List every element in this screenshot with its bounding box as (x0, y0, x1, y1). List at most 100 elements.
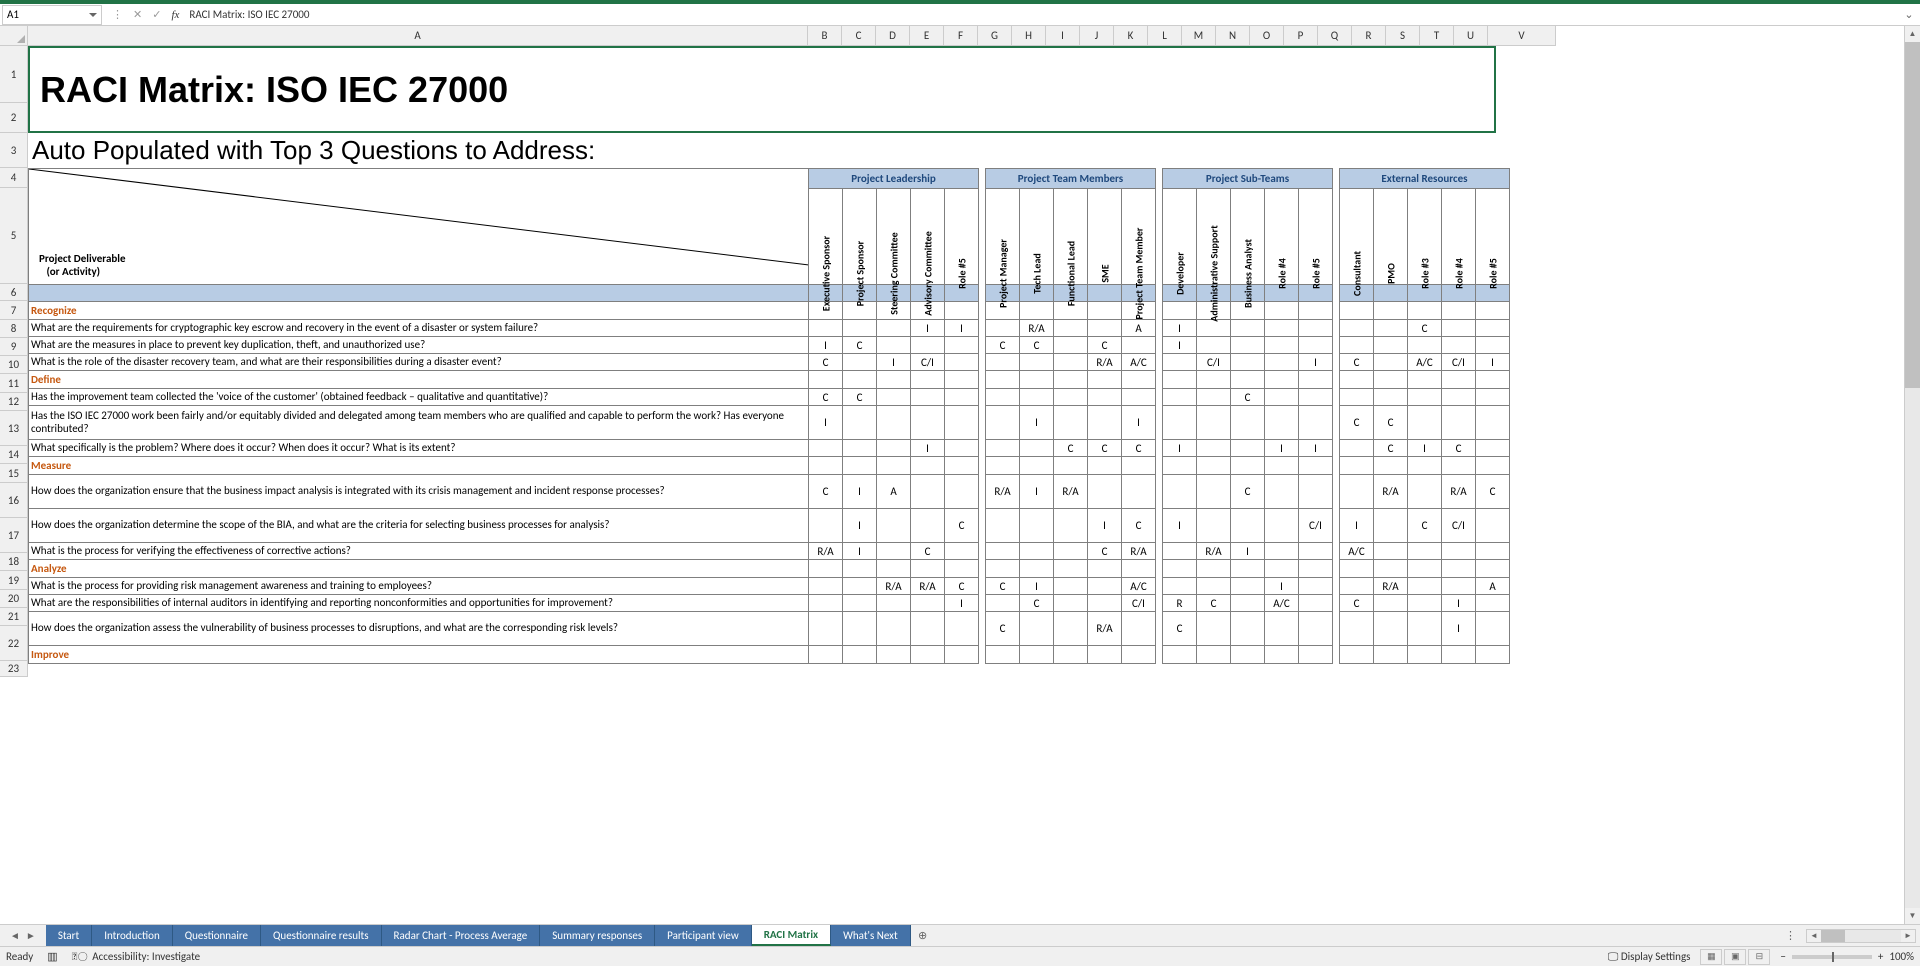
row-header[interactable]: 20 (0, 590, 28, 608)
value-cell[interactable] (1408, 612, 1442, 646)
value-cell[interactable] (1265, 389, 1299, 406)
cell[interactable] (1197, 646, 1231, 664)
value-cell[interactable] (877, 337, 911, 354)
value-cell[interactable]: C (1231, 389, 1265, 406)
value-cell[interactable] (1231, 354, 1265, 371)
value-cell[interactable] (877, 595, 911, 612)
value-cell[interactable] (1476, 595, 1510, 612)
cell[interactable] (1340, 646, 1374, 664)
cell[interactable] (1299, 457, 1333, 475)
cell[interactable] (1020, 302, 1054, 320)
value-cell[interactable]: C (1374, 406, 1408, 440)
value-cell[interactable] (1054, 389, 1088, 406)
accessibility-button[interactable]: ✚⃝ Accessibility: Investigate (72, 950, 200, 963)
value-cell[interactable] (1231, 440, 1265, 457)
cell[interactable] (877, 457, 911, 475)
value-cell[interactable] (1374, 509, 1408, 543)
cell[interactable] (911, 646, 945, 664)
value-cell[interactable]: I (1020, 578, 1054, 595)
cell[interactable] (1476, 646, 1510, 664)
value-cell[interactable] (1020, 354, 1054, 371)
cell[interactable] (945, 302, 979, 320)
column-header[interactable]: O (1250, 26, 1284, 45)
value-cell[interactable] (1231, 320, 1265, 337)
cell[interactable] (1374, 646, 1408, 664)
row-header[interactable]: 14 (0, 446, 28, 464)
cell[interactable] (1340, 560, 1374, 578)
cell[interactable] (1408, 457, 1442, 475)
value-cell[interactable]: I (1265, 578, 1299, 595)
role-header[interactable]: Role #4 (1265, 189, 1299, 285)
value-cell[interactable] (1163, 475, 1197, 509)
cell[interactable] (1374, 457, 1408, 475)
cell[interactable] (1197, 560, 1231, 578)
value-cell[interactable]: I (1299, 440, 1333, 457)
value-cell[interactable]: I (1163, 320, 1197, 337)
value-cell[interactable]: R/A (1442, 475, 1476, 509)
value-cell[interactable] (1088, 389, 1122, 406)
column-header[interactable]: M (1182, 26, 1216, 45)
column-header[interactable]: N (1216, 26, 1250, 45)
value-cell[interactable] (1265, 475, 1299, 509)
value-cell[interactable] (1299, 406, 1333, 440)
row-header[interactable]: 12 (0, 393, 28, 411)
cell[interactable] (1299, 371, 1333, 389)
cell[interactable] (1442, 646, 1476, 664)
select-all-button[interactable] (0, 26, 28, 46)
value-cell[interactable] (1088, 578, 1122, 595)
value-cell[interactable] (1408, 475, 1442, 509)
value-cell[interactable]: C (986, 337, 1020, 354)
value-cell[interactable]: C/I (911, 354, 945, 371)
column-header[interactable]: A (28, 26, 808, 45)
row-header[interactable]: 17 (0, 518, 28, 553)
value-cell[interactable]: C (911, 543, 945, 560)
value-cell[interactable] (1408, 389, 1442, 406)
cell[interactable] (843, 457, 877, 475)
zoom-out-button[interactable]: − (1780, 950, 1785, 963)
hscroll-thumb[interactable] (1821, 930, 1845, 942)
group-header[interactable]: External Resources (1340, 169, 1510, 189)
value-cell[interactable] (911, 475, 945, 509)
value-cell[interactable]: C (843, 389, 877, 406)
value-cell[interactable]: I (1408, 440, 1442, 457)
value-cell[interactable] (1231, 337, 1265, 354)
value-cell[interactable] (843, 578, 877, 595)
cell[interactable] (1088, 302, 1122, 320)
value-cell[interactable] (1265, 406, 1299, 440)
value-cell[interactable] (1054, 354, 1088, 371)
cell[interactable] (1299, 560, 1333, 578)
value-cell[interactable] (1020, 440, 1054, 457)
value-cell[interactable] (1231, 406, 1265, 440)
cell[interactable] (809, 560, 843, 578)
value-cell[interactable]: I (877, 354, 911, 371)
cell[interactable] (986, 457, 1020, 475)
value-cell[interactable]: C (1020, 337, 1054, 354)
value-cell[interactable] (1299, 595, 1333, 612)
value-cell[interactable]: C (1020, 595, 1054, 612)
phase-label[interactable]: Define (29, 371, 809, 389)
value-cell[interactable] (1374, 320, 1408, 337)
cell[interactable] (1231, 646, 1265, 664)
question-cell[interactable]: What are the responsibilities of interna… (29, 595, 809, 612)
sheet-tab[interactable]: What's Next (831, 925, 911, 946)
value-cell[interactable] (1197, 337, 1231, 354)
cell[interactable] (1442, 302, 1476, 320)
value-cell[interactable] (1374, 337, 1408, 354)
value-cell[interactable] (1374, 612, 1408, 646)
role-header[interactable]: Consultant (1340, 189, 1374, 285)
value-cell[interactable] (1476, 337, 1510, 354)
value-cell[interactable] (1476, 440, 1510, 457)
column-header[interactable]: G (978, 26, 1012, 45)
zoom-in-button[interactable]: + (1878, 950, 1883, 963)
question-cell[interactable]: Has the improvement team collected the '… (29, 389, 809, 406)
row-header[interactable]: 13 (0, 411, 28, 446)
value-cell[interactable] (1054, 406, 1088, 440)
value-cell[interactable]: R/A (1054, 475, 1088, 509)
value-cell[interactable] (986, 440, 1020, 457)
cell[interactable] (1476, 371, 1510, 389)
value-cell[interactable] (1163, 354, 1197, 371)
vertical-scrollbar[interactable]: ▲ ▼ (1904, 26, 1920, 924)
value-cell[interactable] (1088, 475, 1122, 509)
value-cell[interactable]: I (843, 475, 877, 509)
row-header[interactable]: 23 (0, 661, 28, 677)
